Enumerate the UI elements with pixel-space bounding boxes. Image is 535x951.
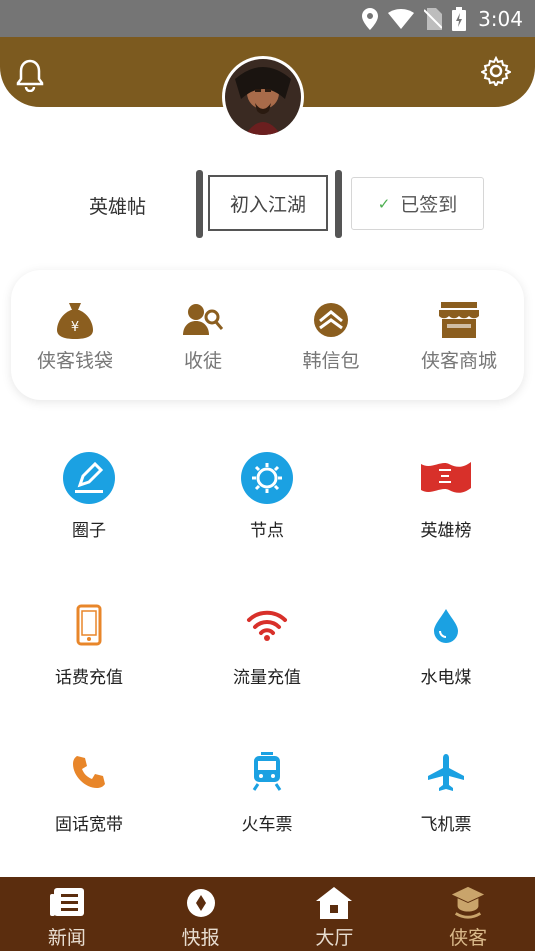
pencil-circle-icon [61,450,117,506]
avatar[interactable] [222,56,304,138]
grid-item-phone-topup[interactable]: 话费充值 [0,597,178,697]
sign-in-label: 已签到 [400,194,458,216]
grid-label: 火车票 [241,815,293,835]
tab-label: 快报 [181,927,220,949]
wifi-signal-icon [388,9,415,29]
hero-label: 英雄帖 [89,196,147,218]
shop-icon [439,300,479,340]
grid-label: 话费充值 [55,668,123,688]
news-icon [49,885,85,921]
wallet-label: 收徒 [183,350,222,372]
wallet-item-disciple[interactable]: 收徒 [139,300,267,380]
grid-item-node[interactable]: 节点 [178,450,356,550]
grid-label: 水电煤 [420,668,472,688]
bell-icon [16,59,44,92]
grid-item-train[interactable]: 火车票 [178,744,356,844]
hero-hat-icon [450,885,486,921]
status-bar: 3:04 [0,0,535,37]
wallet-label: 韩信包 [302,350,360,372]
settings-button[interactable] [478,53,514,89]
wallet-item-hanxin[interactable]: 韩信包 [267,300,395,380]
airplane-icon [418,744,474,800]
wallet-label: 侠客钱袋 [36,350,113,372]
tab-label: 大厅 [315,927,354,949]
tab-news[interactable]: 新闻 [0,877,134,951]
grid-item-utilities[interactable]: 水电煤 [357,597,535,697]
scroll-rod-left [196,170,203,238]
grid-label: 固话宽带 [55,815,123,835]
no-sim-icon [424,8,443,30]
wifi-icon [239,597,295,653]
grid-label: 英雄榜 [420,521,472,541]
battery-icon [452,7,467,31]
status-time: 3:04 [478,7,523,31]
gear-circle-icon [239,450,295,506]
banner-flag-icon [418,450,474,506]
scroll-rod-right [335,170,342,238]
train-icon [239,744,295,800]
home-icon [316,885,353,921]
tab-hall[interactable]: 大厅 [268,877,402,951]
tab-bulletin[interactable]: 快报 [134,877,268,951]
phone-icon [61,597,117,653]
svg-text:¥: ¥ [71,320,79,335]
disciple-icon [183,300,223,340]
telephone-icon [61,744,117,800]
grid-item-flight[interactable]: 飞机票 [357,744,535,844]
tab-label: 新闻 [47,927,86,949]
location-icon [362,8,379,30]
grid-label: 飞机票 [420,815,472,835]
status-icons: 3:04 [362,7,523,31]
money-bag-icon: ¥ [55,300,95,340]
tab-hero[interactable]: 侠客 [401,877,535,951]
grid-item-circle[interactable]: 圈子 [0,450,178,550]
gear-icon [481,56,511,86]
grid-item-landline[interactable]: 固话宽带 [0,744,178,844]
rank-title: 初入江湖 [208,175,328,231]
grid-label: 流量充值 [233,668,301,688]
checkmark-icon: ✓ [377,194,391,213]
wallet-label: 侠客商城 [420,350,497,372]
compass-icon [183,885,219,921]
hero-row: 英雄帖 初入江湖 ✓ 已签到 [0,170,535,240]
grid-item-data-topup[interactable]: 流量充值 [178,597,356,697]
wallet-item-money-bag[interactable]: ¥ 侠客钱袋 [11,300,139,380]
hanxin-icon [311,300,351,340]
grid-label: 节点 [250,521,284,541]
sign-in-button[interactable]: ✓ 已签到 [351,177,484,230]
avatar-image [225,59,301,135]
water-drop-icon [418,597,474,653]
bottom-tab-bar: 新闻 快报 大厅 侠客 [0,877,535,951]
tab-label: 侠客 [449,927,488,949]
wallet-item-shop[interactable]: 侠客商城 [395,300,523,380]
grid-label: 圈子 [72,521,106,541]
notification-bell-button[interactable] [12,57,48,93]
wallet-card: ¥ 侠客钱袋 收徒 韩信包 侠客商城 [11,270,524,400]
rank-scroll: 初入江湖 [196,170,342,238]
grid-item-hero-ranking[interactable]: 英雄榜 [357,450,535,550]
